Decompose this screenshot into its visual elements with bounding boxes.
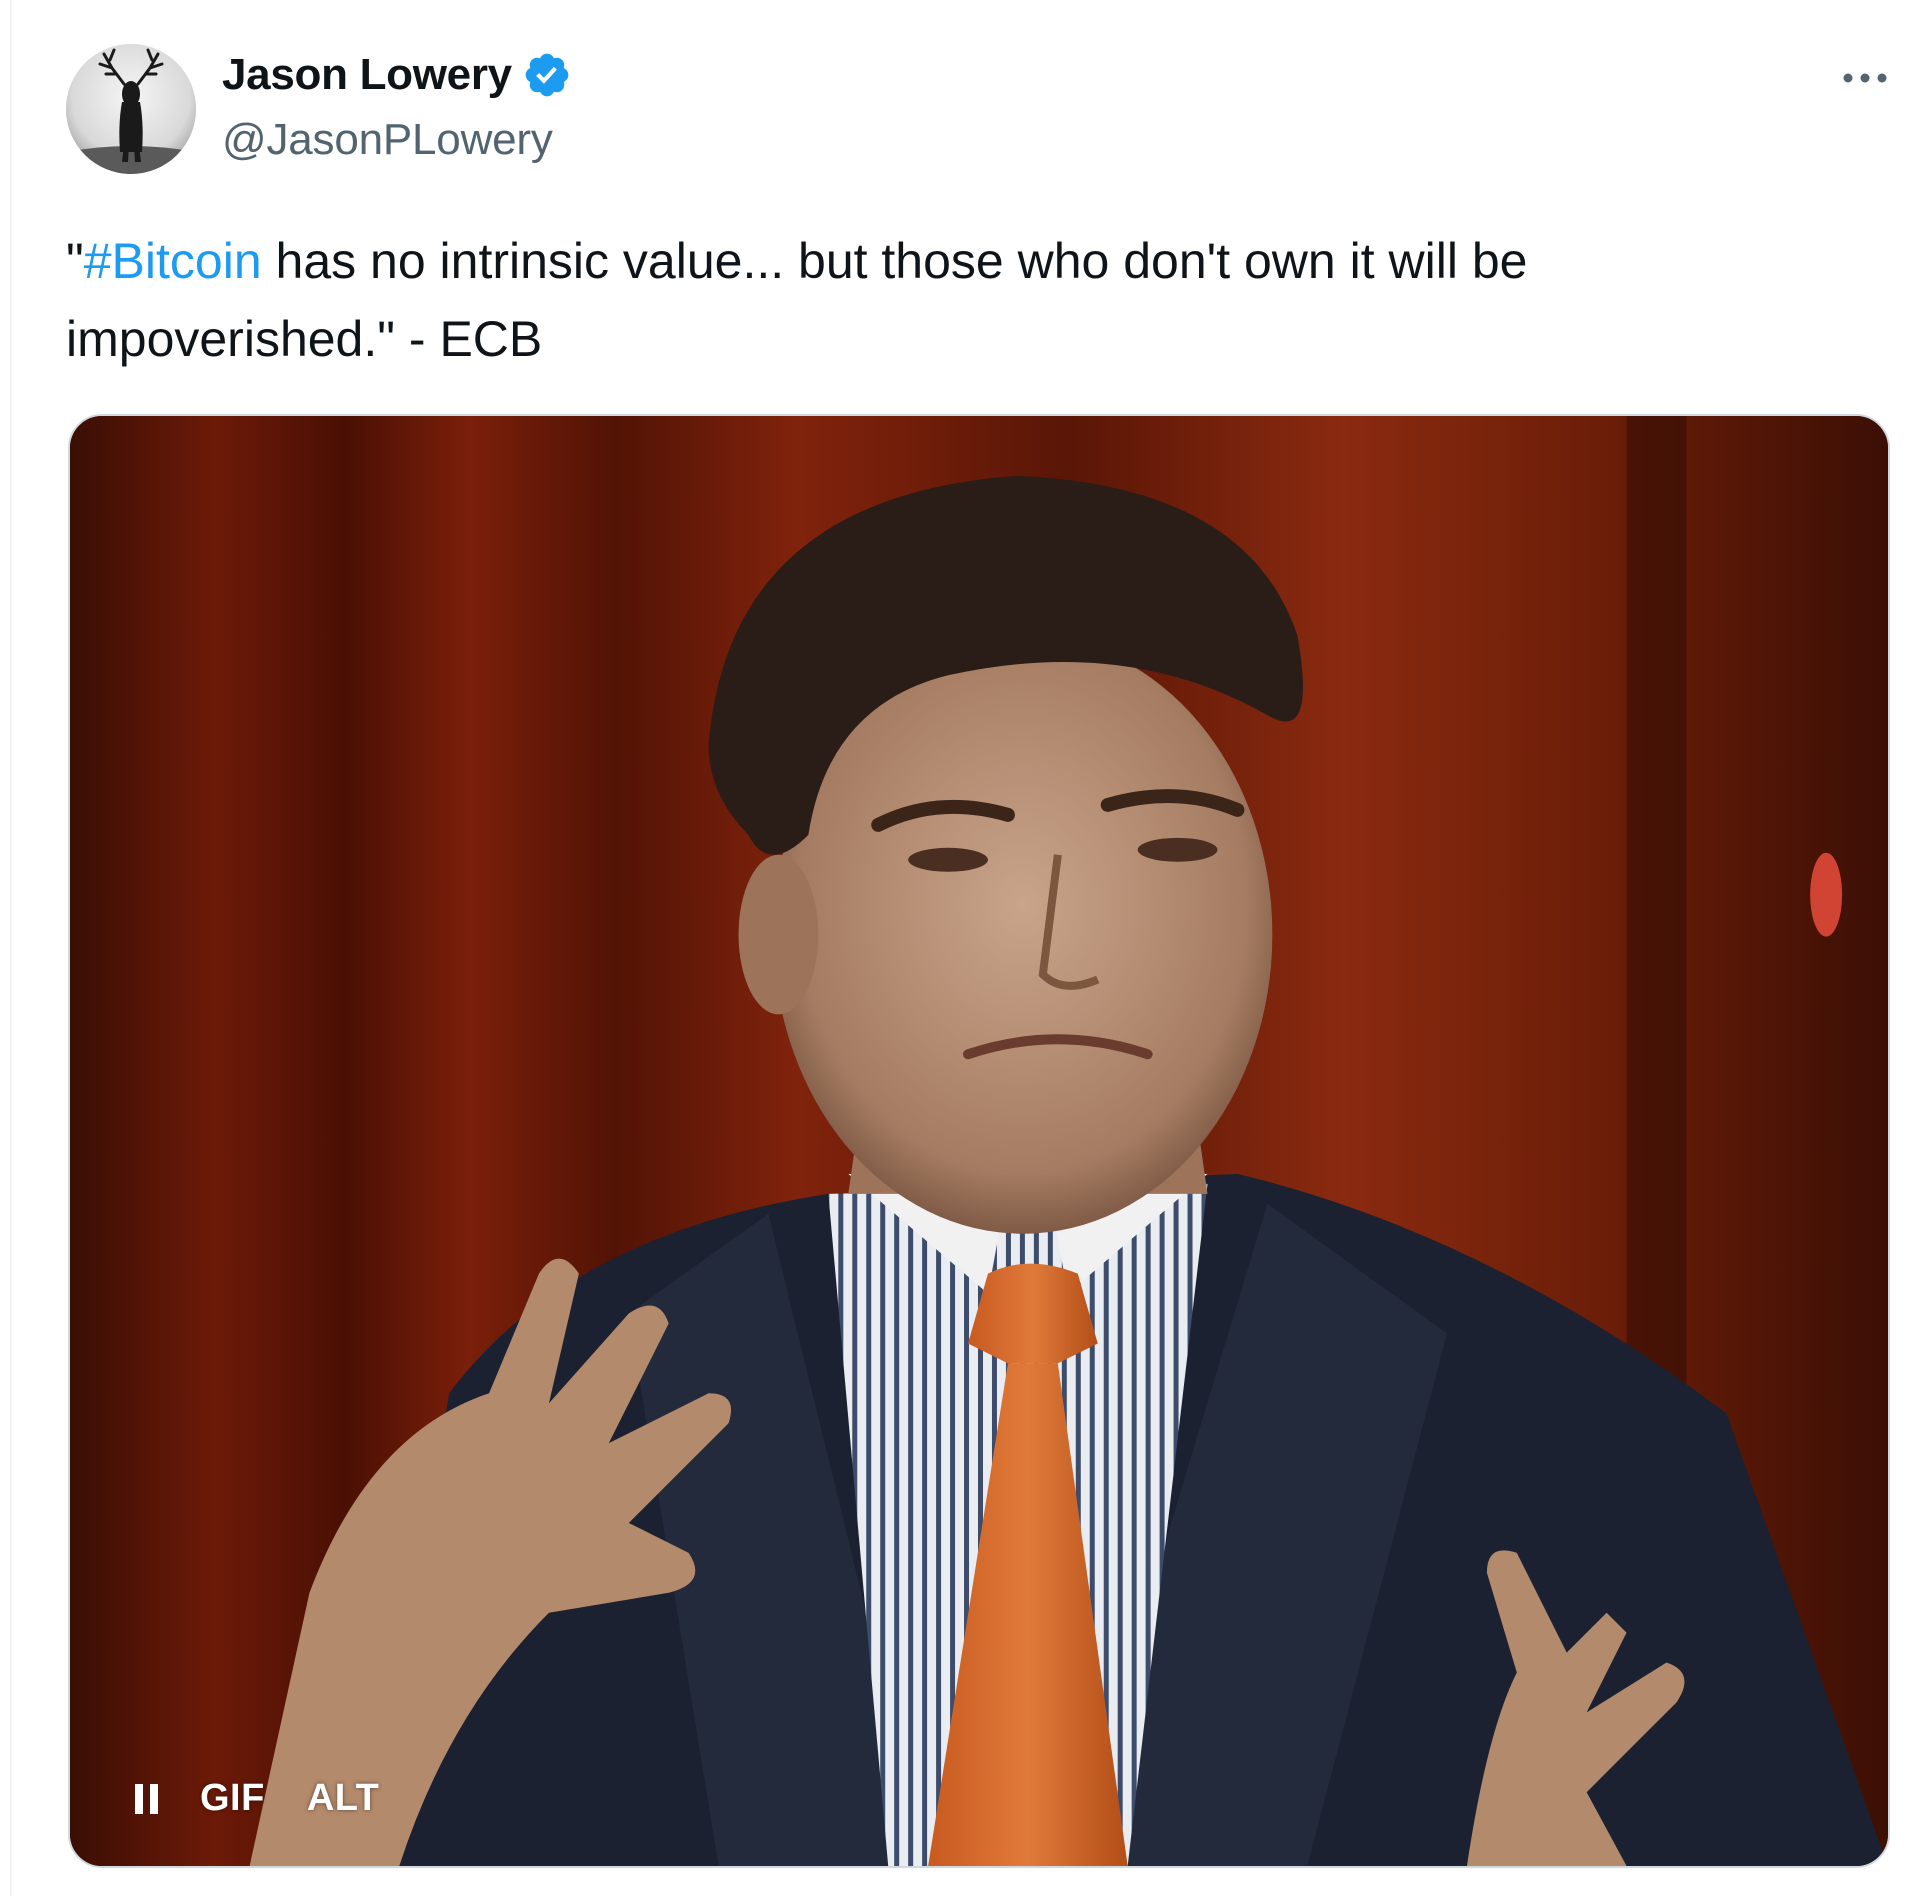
tweet-text: "#Bitcoin has no intrinsic value... but … <box>66 222 1866 378</box>
quote-open: " <box>66 233 84 289</box>
hashtag-link[interactable]: #Bitcoin <box>84 233 262 289</box>
display-name-text[interactable]: Jason Lowery <box>222 50 512 100</box>
verified-badge-icon[interactable] <box>522 50 572 100</box>
avatar[interactable] <box>66 44 196 174</box>
tweet-card[interactable]: Jason Lowery @JasonPLowery "#Bitcoin has… <box>0 0 1920 1896</box>
tweet-text-line-1: "#Bitcoin has no intrinsic value... but … <box>66 222 1866 300</box>
more-options-button[interactable] <box>1830 48 1900 108</box>
gif-frame-image <box>70 416 1888 1866</box>
display-name[interactable]: Jason Lowery <box>222 50 572 100</box>
pause-icon-bar <box>149 1783 158 1814</box>
more-horizontal-icon <box>1843 73 1887 83</box>
handle[interactable]: @JasonPLowery <box>222 115 553 165</box>
pause-icon <box>134 1783 143 1814</box>
alt-badge[interactable]: ALT <box>299 1773 388 1824</box>
gif-badge[interactable]: GIF <box>192 1773 273 1824</box>
tweet-text-line-1-rest: has no intrinsic value... but those who … <box>261 233 1528 289</box>
media-gif[interactable]: GIF ALT <box>68 414 1890 1868</box>
pause-button[interactable] <box>126 1779 166 1819</box>
stag-silhouette-icon <box>66 44 196 174</box>
media-controls: GIF ALT <box>126 1773 387 1824</box>
tweet-text-line-2: impoverished." - ECB <box>66 311 543 367</box>
